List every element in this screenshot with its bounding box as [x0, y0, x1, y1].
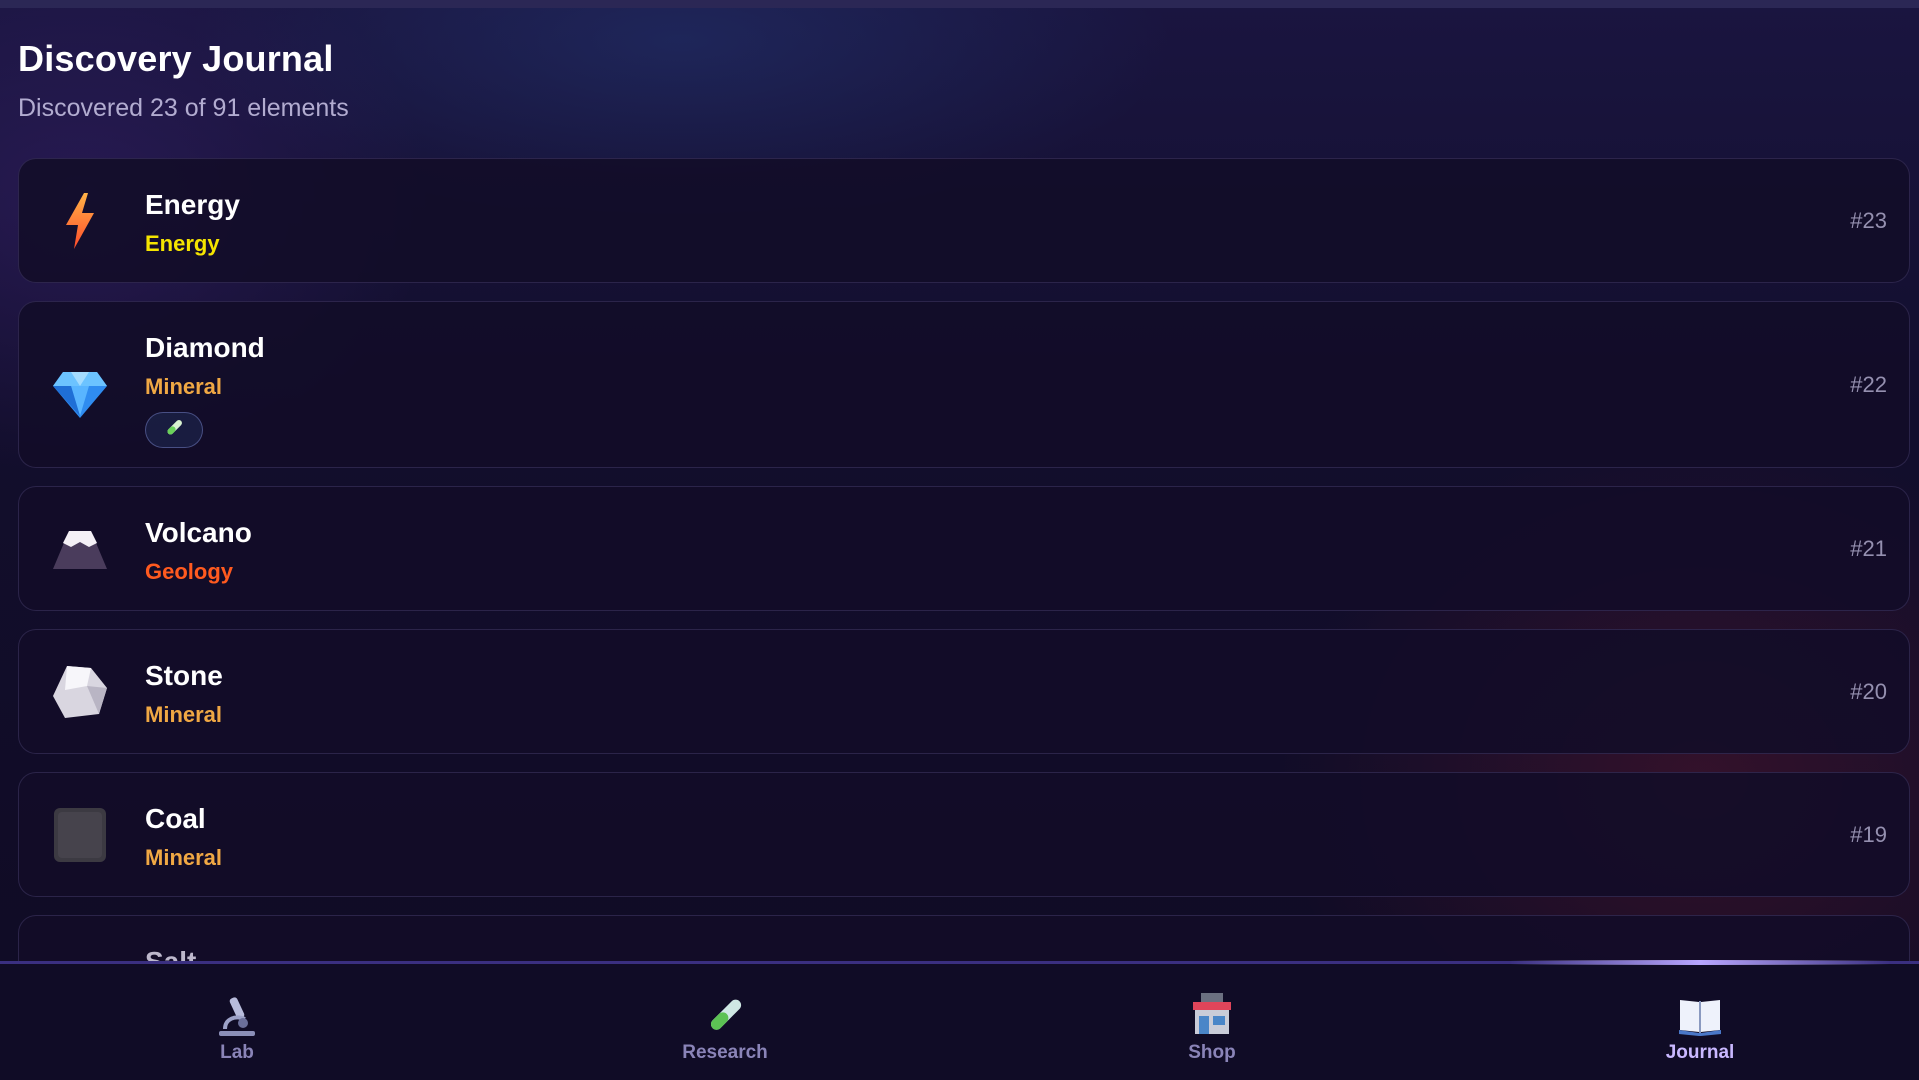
- nav-label-journal: Journal: [1665, 1042, 1735, 1063]
- nav-tab-research[interactable]: Research: [625, 992, 825, 1064]
- nav-label-shop: Shop: [1188, 1042, 1236, 1063]
- nav-label-lab: Lab: [220, 1042, 254, 1063]
- top-bar: [0, 0, 1919, 8]
- page-title: Discovery Journal: [18, 38, 334, 79]
- nav-tab-lab[interactable]: Lab: [137, 992, 337, 1064]
- stone-icon: [49, 661, 111, 723]
- active-tab-indicator: [1510, 960, 1890, 965]
- entry-name: Energy: [145, 189, 240, 220]
- entry-name: Stone: [145, 660, 223, 691]
- lightning-icon: [49, 190, 111, 252]
- entry-number: #23: [1850, 207, 1887, 233]
- journal-entry-coal[interactable]: Coal Mineral #19: [18, 772, 1910, 897]
- bottom-nav: Lab Research Shop Journal: [0, 960, 1919, 1080]
- entry-name: Diamond: [145, 332, 265, 363]
- coal-icon: [49, 804, 111, 866]
- shop-icon: [1189, 992, 1235, 1038]
- entry-category: Mineral: [145, 845, 223, 870]
- journal-entry-energy[interactable]: Energy Energy #23: [18, 158, 1910, 283]
- entry-number: #21: [1850, 535, 1887, 561]
- discovery-count: Discovered 23 of 91 elements: [18, 94, 349, 122]
- salt-icon: [49, 947, 111, 961]
- nav-label-research: Research: [682, 1042, 768, 1063]
- microscope-icon: [214, 992, 260, 1038]
- entry-number: #20: [1850, 678, 1887, 704]
- entry-category: Mineral: [145, 702, 223, 727]
- nav-tab-shop[interactable]: Shop: [1112, 992, 1312, 1064]
- entry-name: Coal: [145, 803, 206, 834]
- entry-category: Mineral: [145, 374, 223, 399]
- nav-tab-journal[interactable]: Journal: [1600, 992, 1800, 1064]
- entry-name: Salt: [145, 946, 196, 961]
- discovery-list[interactable]: Energy Energy #23 Diamond Mineral #22 Vo…: [18, 158, 1910, 961]
- journal-header: Discovery Journal Discovered 23 of 91 el…: [18, 38, 349, 123]
- diamond-icon: [49, 364, 111, 426]
- book-icon: [1677, 992, 1723, 1038]
- test-tube-icon: [163, 417, 185, 444]
- entry-number: #19: [1850, 821, 1887, 847]
- journal-entry-stone[interactable]: Stone Mineral #20: [18, 629, 1910, 754]
- volcano-icon: [49, 518, 111, 580]
- research-badge[interactable]: [145, 412, 203, 448]
- journal-entry-diamond[interactable]: Diamond Mineral #22: [18, 301, 1910, 468]
- entry-number: #22: [1850, 371, 1887, 397]
- app-root: Discovery Journal Discovered 23 of 91 el…: [0, 0, 1919, 1080]
- entry-category: Geology: [145, 559, 234, 584]
- journal-entry-salt[interactable]: Salt: [18, 915, 1910, 961]
- entry-name: Volcano: [145, 517, 252, 548]
- entry-category: Energy: [145, 231, 220, 256]
- test-tube-icon: [702, 992, 748, 1038]
- journal-entry-volcano[interactable]: Volcano Geology #21: [18, 486, 1910, 611]
